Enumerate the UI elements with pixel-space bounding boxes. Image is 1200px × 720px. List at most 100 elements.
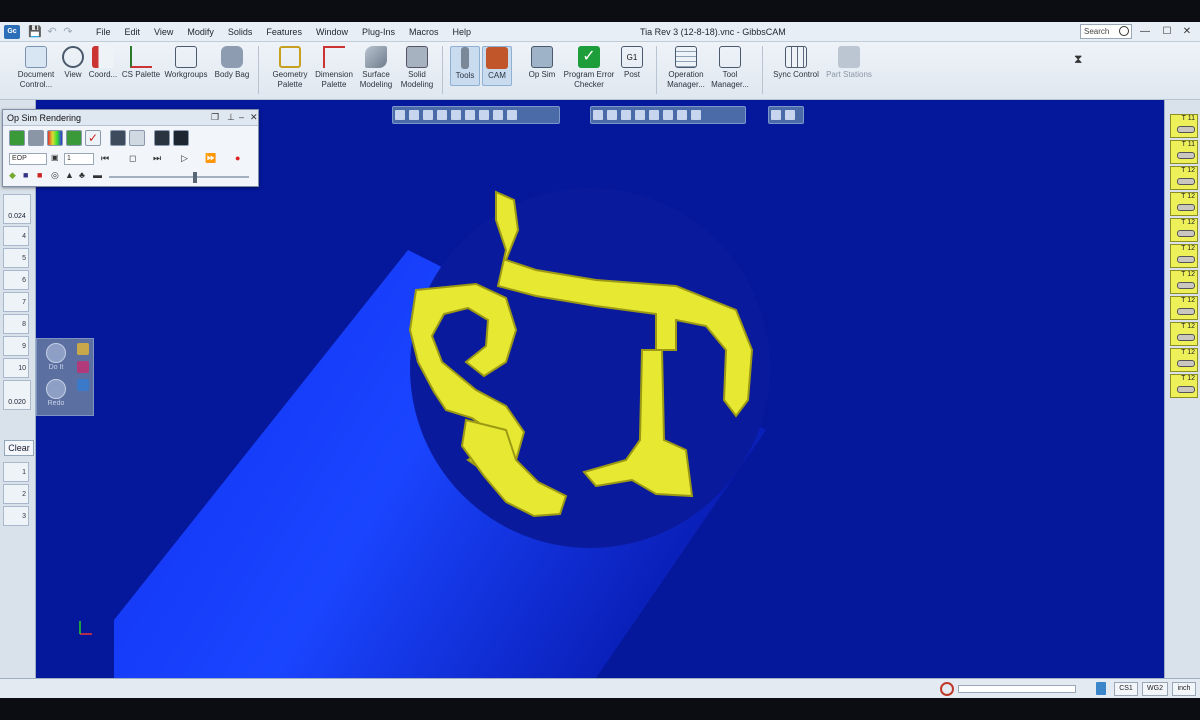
render-lock-icon[interactable] [110,130,126,146]
display-wire-icon[interactable] [607,110,617,120]
redo-icon[interactable]: ↷ [62,26,74,38]
render-check-icon[interactable]: ✓ [85,130,101,146]
close-icon[interactable]: ✕ [250,112,258,123]
mode-select[interactable]: EOP [9,153,47,165]
surface-modeling-button[interactable]: Surface Modeling [356,46,396,90]
cs-indicator[interactable]: CS1 [1114,682,1138,696]
process-icon[interactable] [77,361,89,373]
close-button[interactable]: ✕ [1180,26,1194,38]
units-indicator[interactable]: inch [1172,682,1196,696]
render-dots-icon[interactable] [129,130,145,146]
tool-slot[interactable]: T 12 [1170,166,1198,190]
render-gear-icon[interactable] [66,130,82,146]
view-shade-icon[interactable] [451,110,461,120]
record-button[interactable]: ● [235,153,240,163]
post-button[interactable]: G1 Post [618,46,646,80]
speed-slider[interactable] [109,172,249,183]
option-stock-icon[interactable]: ■ [37,170,42,180]
wg-indicator[interactable]: WG2 [1142,682,1168,696]
lock-icon[interactable]: ▣ [51,153,59,162]
slot-3[interactable]: 3 [3,506,29,526]
option-tool-icon[interactable]: ◆ [9,170,16,181]
slot-8[interactable]: 8 [3,314,29,334]
stop-button[interactable]: ◻ [129,153,136,164]
cs-palette-button[interactable]: CS Palette [120,46,162,80]
slot-4[interactable]: 4 [3,226,29,246]
operation-manager-button[interactable]: Operation Manager... [662,46,710,90]
folder-icon[interactable] [77,343,89,355]
play-button[interactable]: ▷ [181,153,188,164]
minimize-button[interactable]: — [1138,26,1152,38]
menu-features[interactable]: Features [266,27,302,37]
tools-button[interactable]: Tools [450,46,480,86]
display-grid-icon[interactable] [677,110,687,120]
tool-slot[interactable]: T 12 [1170,218,1198,242]
library-icon[interactable] [77,379,89,391]
tool-slot[interactable]: T 12 [1170,192,1198,216]
option-layer-icon[interactable]: ■ [23,170,28,180]
menu-help[interactable]: Help [453,27,472,37]
fast-forward-button[interactable]: ⏩ [205,153,216,164]
document-control-button[interactable]: Document Control... [8,46,64,90]
slot-7[interactable]: 7 [3,292,29,312]
tool-slot[interactable]: T 12 [1170,322,1198,346]
rewind-button[interactable]: ⏮ [101,153,109,164]
view-rotate-icon[interactable] [395,110,405,120]
redo-button[interactable]: Redo [43,379,69,407]
dimension-palette-button[interactable]: Dimension Palette [312,46,356,90]
body-bag-button[interactable]: Body Bag [212,46,252,80]
menu-window[interactable]: Window [316,27,348,37]
view-save-icon[interactable] [507,110,517,120]
slot-9[interactable]: 9 [3,336,29,356]
menu-file[interactable]: File [96,27,111,37]
view-fit-icon[interactable] [437,110,447,120]
display-section-icon[interactable] [635,110,645,120]
option-clip-icon[interactable]: ♣ [79,170,85,180]
geometry-palette-button[interactable]: Geometry Palette [266,46,314,90]
render-color-icon[interactable] [47,130,63,146]
slot-2[interactable]: 2 [3,484,29,504]
slot-1[interactable]: 1 [3,462,29,482]
workgroups-button[interactable]: Workgroups [162,46,210,80]
display-more-icon[interactable] [691,110,701,120]
render-film-icon[interactable] [173,130,189,146]
help-icon[interactable] [785,110,795,120]
pin-icon[interactable]: ⊥ [227,112,235,123]
option-line-icon[interactable]: ▬ [93,170,102,180]
render-tool-icon[interactable] [9,130,25,146]
maximize-button[interactable]: ☐ [1160,26,1174,38]
speed-slider-thumb[interactable] [193,172,198,183]
view-toolbar-display[interactable] [590,106,746,124]
option-part-icon[interactable]: ◎ [51,170,59,181]
view-top-icon[interactable] [465,110,475,120]
display-hidden-icon[interactable] [621,110,631,120]
save-icon[interactable]: 💾 [28,26,42,38]
search-input[interactable]: Search [1080,24,1132,39]
display-color-icon[interactable] [649,110,659,120]
zoom-icon[interactable] [771,110,781,120]
option-warning-icon[interactable]: ▲ [65,170,74,180]
tool-manager-button[interactable]: Tool Manager... [708,46,752,90]
slot-10[interactable]: 10 [3,358,29,378]
tool-slot[interactable]: T 11 [1170,140,1198,164]
slot-5[interactable]: 5 [3,248,29,268]
search-icon[interactable] [1119,26,1129,36]
tool-slot[interactable]: T 12 [1170,244,1198,268]
tool-slot[interactable]: T 11 [1170,114,1198,138]
view-iso-icon[interactable] [493,110,503,120]
view-box-icon[interactable] [423,110,433,120]
sync-control-button[interactable]: Sync Control [768,46,824,80]
part-stations-button[interactable]: Part Stations [822,46,876,80]
tool-slot[interactable]: T 12 [1170,270,1198,294]
menu-modify[interactable]: Modify [187,27,214,37]
menu-plug-ins[interactable]: Plug-Ins [362,27,395,37]
clear-button[interactable]: Clear [4,440,34,456]
trash-icon[interactable] [1096,682,1106,695]
menu-macros[interactable]: Macros [409,27,439,37]
menu-edit[interactable]: Edit [125,27,141,37]
coord-button[interactable]: Coord... [86,46,120,80]
display-solid-icon[interactable] [593,110,603,120]
view-toolbar-help[interactable] [768,106,804,124]
solid-modeling-button[interactable]: Solid Modeling [396,46,438,90]
render-layers-icon[interactable] [28,130,44,146]
